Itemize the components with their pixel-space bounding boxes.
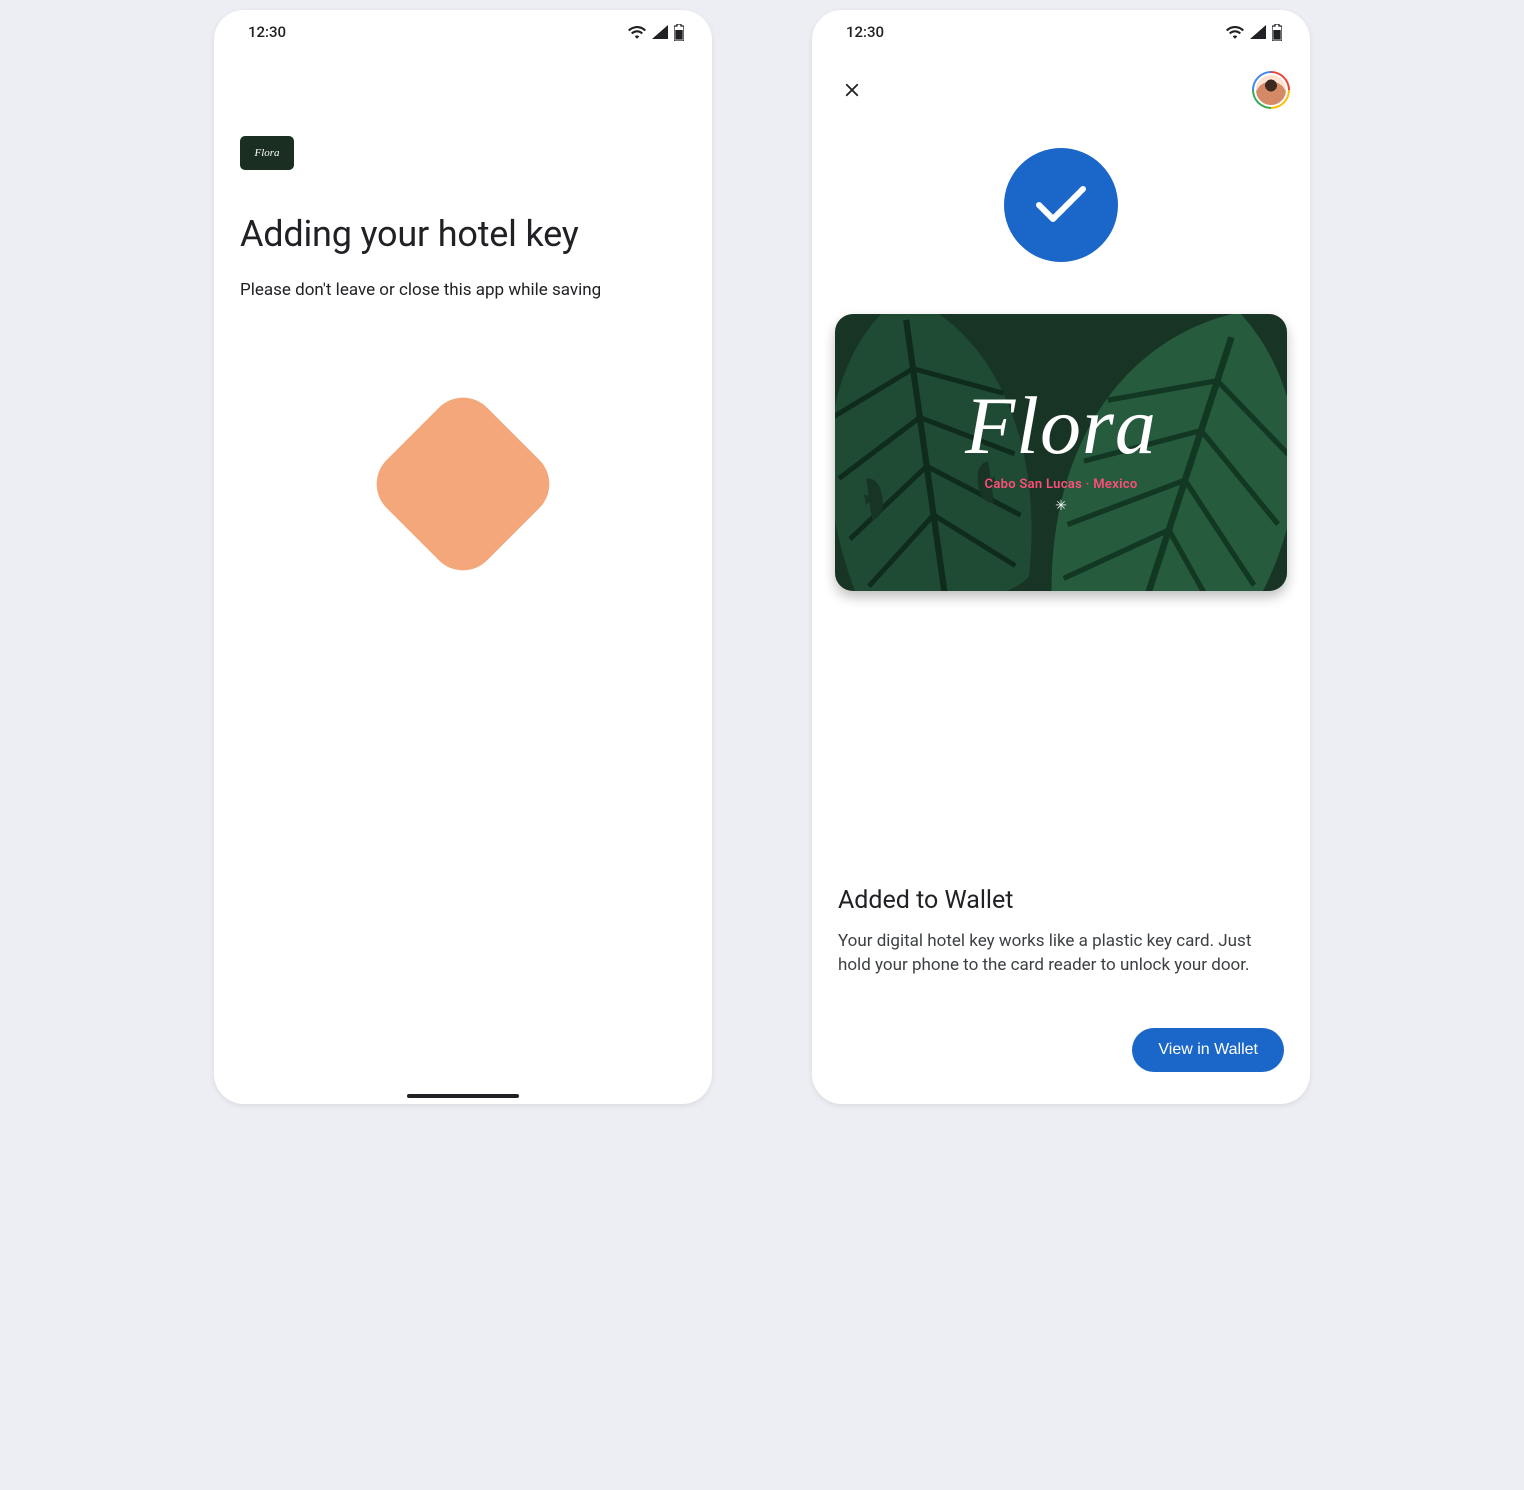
status-icons bbox=[1226, 24, 1282, 41]
status-time: 12:30 bbox=[248, 23, 286, 41]
card-symbol: ✳ bbox=[1055, 498, 1067, 514]
close-icon bbox=[841, 79, 863, 101]
wifi-icon bbox=[1226, 25, 1244, 39]
adding-heading: Adding your hotel key bbox=[240, 214, 686, 255]
status-icons bbox=[628, 24, 684, 41]
check-icon bbox=[1035, 185, 1087, 225]
hotel-mini-card: Flora bbox=[240, 136, 294, 170]
wifi-icon bbox=[628, 25, 646, 39]
card-location: Cabo San Lucas · Mexico bbox=[985, 477, 1138, 492]
added-body: Your digital hotel key works like a plas… bbox=[838, 929, 1284, 978]
signal-icon bbox=[1250, 25, 1266, 39]
view-in-wallet-button[interactable]: View in Wallet bbox=[1132, 1028, 1284, 1072]
adding-content: Flora Adding your hotel key Please don't… bbox=[214, 50, 712, 555]
avatar-image bbox=[1254, 73, 1288, 107]
close-button[interactable] bbox=[832, 70, 872, 110]
loading-spinner bbox=[363, 384, 564, 585]
signal-icon bbox=[652, 25, 668, 39]
battery-icon bbox=[1272, 24, 1282, 41]
card-brand-name: Flora bbox=[965, 385, 1157, 467]
mini-card-brand: Flora bbox=[254, 147, 279, 159]
status-bar: 12:30 bbox=[812, 14, 1310, 50]
added-heading: Added to Wallet bbox=[838, 886, 1284, 915]
phone-screen-added: 12:30 Flora Cabo S bbox=[812, 10, 1310, 1104]
success-check-circle bbox=[1004, 148, 1118, 262]
hotel-key-card: Flora Cabo San Lucas · Mexico ✳ bbox=[835, 314, 1287, 591]
home-indicator[interactable] bbox=[407, 1094, 519, 1098]
account-avatar[interactable] bbox=[1252, 71, 1290, 109]
adding-subtext: Please don't leave or close this app whi… bbox=[240, 279, 686, 303]
phone-screen-adding: 12:30 Flora Adding your hotel key Please… bbox=[214, 10, 712, 1104]
battery-icon bbox=[674, 24, 684, 41]
status-time: 12:30 bbox=[846, 23, 884, 41]
status-bar: 12:30 bbox=[214, 14, 712, 50]
